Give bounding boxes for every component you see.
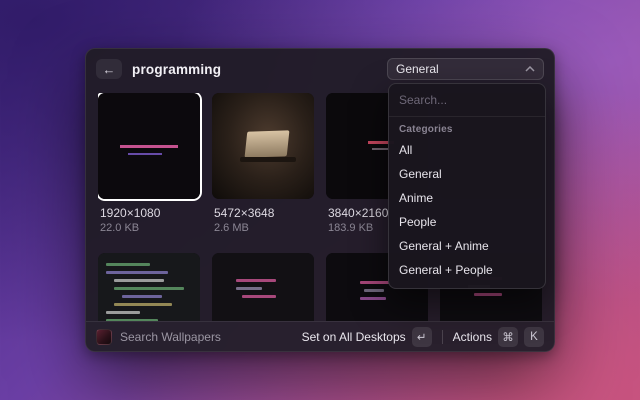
wallpaper-extension-icon (96, 329, 112, 345)
wallpaper-thumbnail[interactable] (98, 253, 200, 321)
wallpaper-cell: 5472×3648 2.6 MB (212, 93, 314, 235)
thumbnail-art (212, 93, 314, 199)
primary-action-label[interactable]: Set on All Desktops (302, 330, 406, 344)
thumbnail-art (98, 93, 200, 199)
page-title: programming (132, 62, 221, 77)
dropdown-option-general[interactable]: General (389, 162, 545, 186)
dropdown-option-all[interactable]: All (389, 138, 545, 162)
app-window: ← programming General 1920×1080 22.0 KB (85, 48, 555, 352)
dropdown-search-row (389, 84, 545, 117)
thumbnail-art (98, 253, 200, 321)
thumbnail-art (212, 253, 314, 321)
dropdown-option-people[interactable]: People (389, 210, 545, 234)
wallpaper-labels: 5472×3648 2.6 MB (212, 206, 314, 235)
wallpaper-cell (212, 253, 314, 321)
wallpaper-thumbnail[interactable] (98, 93, 200, 199)
wallpaper-filesize: 2.6 MB (214, 221, 314, 235)
category-dropdown-value: General (396, 62, 439, 76)
footer-divider (442, 330, 443, 344)
wallpaper-cell: 1920×1080 22.0 KB (98, 93, 200, 235)
dropdown-option-general-anime[interactable]: General + Anime (389, 234, 545, 258)
command-key-icon: ⌘ (498, 327, 518, 347)
wallpaper-dimensions: 5472×3648 (214, 206, 314, 221)
back-arrow-icon: ← (103, 62, 116, 77)
k-key-icon: K (524, 327, 544, 347)
command-name: Search Wallpapers (120, 330, 221, 344)
return-key-icon: ↵ (412, 327, 432, 347)
dropdown-search-input[interactable] (399, 93, 535, 107)
back-button[interactable]: ← (96, 59, 122, 79)
dropdown-option-general-people[interactable]: General + People (389, 258, 545, 282)
dropdown-option-anime[interactable]: Anime (389, 186, 545, 210)
category-dropdown-panel: Categories All General Anime People Gene… (388, 83, 546, 289)
footer-bar: Search Wallpapers Set on All Desktops ↵ … (86, 321, 554, 351)
category-dropdown[interactable]: General (387, 58, 544, 80)
wallpaper-thumbnail[interactable] (212, 93, 314, 199)
footer-actions: Set on All Desktops ↵ Actions ⌘ K (302, 327, 544, 347)
wallpaper-labels: 1920×1080 22.0 KB (98, 206, 200, 235)
chevron-up-icon (525, 66, 535, 72)
wallpaper-filesize: 22.0 KB (100, 221, 200, 235)
wallpaper-dimensions: 1920×1080 (100, 206, 200, 221)
wallpaper-cell (98, 253, 200, 321)
desktop-background: { "window": { "title": "programming" }, … (0, 0, 640, 400)
actions-menu-label[interactable]: Actions (453, 330, 492, 344)
dropdown-section-label: Categories (389, 117, 545, 138)
wallpaper-thumbnail[interactable] (212, 253, 314, 321)
